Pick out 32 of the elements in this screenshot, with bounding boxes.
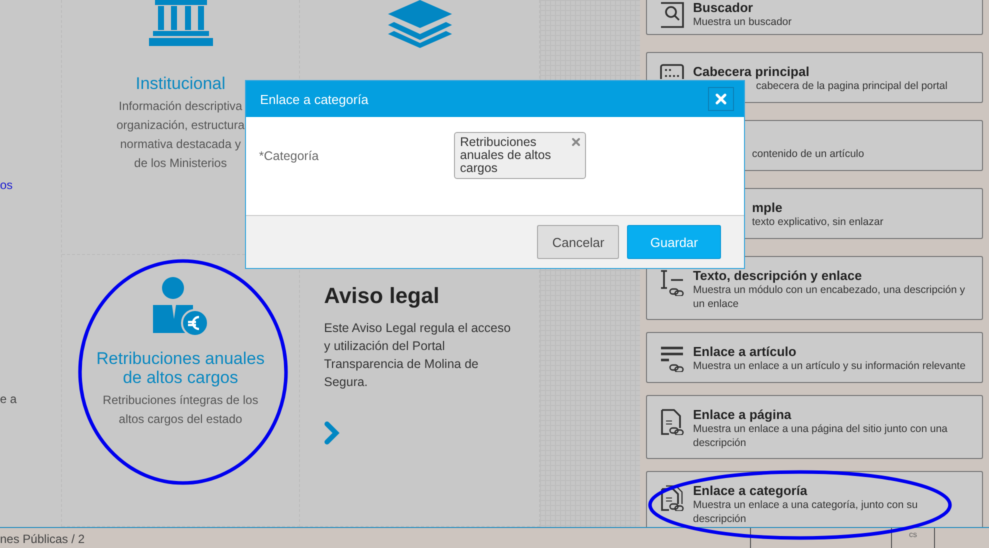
tile-description: Información descriptiva organización, estructura normativa destacada y de los Ministerios xyxy=(116,98,245,172)
card-title: Texto, descripción y enlace xyxy=(693,268,863,283)
card-description: Muestra un buscador xyxy=(693,15,793,29)
card-title: Enlace a artículo xyxy=(693,344,798,359)
dialog-title: Enlace a categoría xyxy=(260,92,368,106)
card-description: Muestra un enlace a una categoría, junto con su descripción xyxy=(693,498,919,526)
card-description: Muestra un enlace a un artículo y su información relevante xyxy=(693,359,967,373)
card-description: Muestra un módulo con un encabezado, una descripción y un enlace xyxy=(693,283,966,311)
module-card[interactable]: Texto, descripción y enlace Muestra un módulo con un encabezado, una descripción y un enlace xyxy=(646,256,983,320)
card-title: Enlace a página xyxy=(693,407,792,422)
module-card[interactable]: Buscador Muestra un buscador xyxy=(646,0,983,35)
field-label: *Categoría xyxy=(259,149,320,163)
article-title: Aviso legal xyxy=(324,283,440,309)
card-description: texto explicativo, sin enlazar xyxy=(752,215,884,229)
category-chip[interactable]: Retribuciones anuales de altos cargos xyxy=(454,132,586,179)
status-code: cs xyxy=(891,528,935,548)
card-description: Muestra un enlace a una página del sitio junto con una descripción xyxy=(693,422,949,450)
card-description: cabecera de la pagina principal del portal xyxy=(756,79,948,93)
card-title: Cabecera principal xyxy=(693,64,810,79)
module-card[interactable]: Enlace a página Muestra un enlace a una página del sitio junto con una descripción xyxy=(646,395,983,459)
card-title: Buscador xyxy=(693,0,754,15)
card-description: contenido de un artículo xyxy=(752,147,866,161)
link[interactable]: os xyxy=(0,178,13,192)
breadcrumb: nes Públicas / 2 xyxy=(0,531,86,548)
article-description: Este Aviso Legal regula el acceso y utilización del Portal Transparencia de Molina de Segura. xyxy=(324,320,512,391)
module-card[interactable]: Enlace a categoría Muestra un enlace a una categoría, junto con su descripción xyxy=(646,471,983,527)
tile-description: Retribuciones íntegras de los altos cargos del estado xyxy=(102,392,260,428)
card-title: Enlace a categoría xyxy=(693,483,808,498)
module-card[interactable]: Enlace a artículo Muestra un enlace a un artículo y su información relevante xyxy=(646,332,983,383)
cancel-button[interactable]: Cancelar xyxy=(537,225,620,259)
text-fragment: e a xyxy=(0,392,17,406)
card-title: mple xyxy=(752,200,784,215)
